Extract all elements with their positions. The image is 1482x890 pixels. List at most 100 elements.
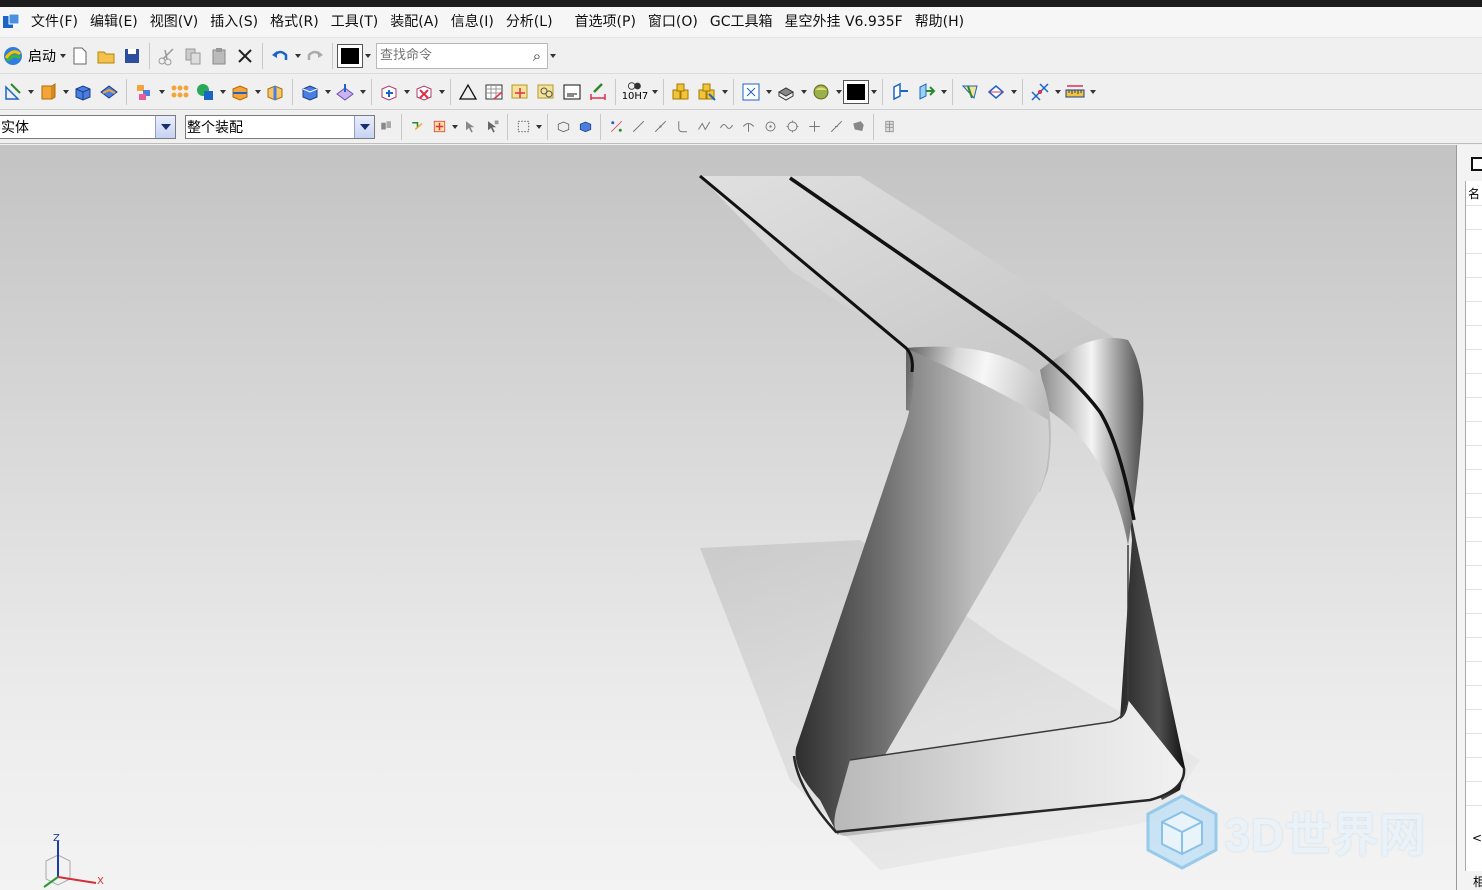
datum-csys-button[interactable] — [533, 79, 559, 105]
undo-button[interactable] — [267, 43, 293, 69]
menu-assembly[interactable]: 装配(A) — [384, 7, 445, 38]
type-filter-dropdown-icon[interactable] — [155, 115, 175, 138]
object-display-dropdown[interactable] — [869, 79, 878, 105]
snap-curve-button[interactable] — [715, 114, 737, 140]
snap-midpoint-button[interactable] — [649, 114, 671, 140]
menu-preferences[interactable]: 首选项(P) — [569, 7, 642, 38]
wcs-dropdown[interactable] — [939, 79, 948, 105]
triangle-button[interactable] — [455, 79, 481, 105]
snap-point-on-face-button[interactable] — [847, 114, 869, 140]
boolean-dropdown[interactable] — [218, 79, 227, 105]
menu-insert[interactable]: 插入(S) — [204, 7, 264, 38]
offset-face-button[interactable] — [297, 79, 323, 105]
snap-point-on-curve-button[interactable] — [825, 114, 847, 140]
rendering-style-button[interactable] — [773, 79, 799, 105]
sync-modeling-dropdown[interactable] — [402, 79, 411, 105]
block-button[interactable] — [70, 79, 96, 105]
extrude-button[interactable] — [35, 79, 61, 105]
select-dropdown[interactable] — [450, 114, 459, 140]
pattern-feature-button[interactable] — [131, 79, 157, 105]
unite-button[interactable] — [192, 79, 218, 105]
menu-gc-toolkit[interactable]: GC工具箱 — [704, 7, 779, 38]
trim-body-button[interactable] — [227, 79, 253, 105]
open-button[interactable] — [93, 43, 119, 69]
shell-button[interactable] — [262, 79, 288, 105]
menu-view[interactable]: 视图(V) — [144, 7, 205, 38]
box-select-dropdown[interactable] — [534, 114, 543, 140]
assembly-dropdown[interactable] — [720, 79, 729, 105]
start-button[interactable]: 启动 — [0, 42, 58, 70]
menu-edit[interactable]: 编辑(E) — [84, 7, 144, 38]
filter-faces-button[interactable] — [552, 114, 574, 140]
drawing-sheet-button[interactable] — [559, 79, 585, 105]
snap-arc-center-button[interactable] — [759, 114, 781, 140]
search-options-dropdown[interactable] — [548, 43, 557, 69]
background-dropdown[interactable] — [834, 79, 843, 105]
filter-bodies-button[interactable] — [574, 114, 596, 140]
offset-dropdown[interactable] — [323, 79, 332, 105]
snap-perpendicular-button[interactable] — [737, 114, 759, 140]
box-select-button[interactable] — [512, 114, 534, 140]
menu-analysis[interactable]: 分析(L) — [500, 7, 559, 38]
snap-quadrant-button[interactable] — [781, 114, 803, 140]
quick-pick-button[interactable] — [481, 114, 503, 140]
save-button[interactable] — [119, 43, 145, 69]
delete-face-button[interactable] — [411, 79, 437, 105]
command-search[interactable]: ⌕ — [376, 42, 548, 69]
resource-bar[interactable]: 名 < 相 — [1456, 145, 1482, 890]
new-file-button[interactable] — [67, 43, 93, 69]
view-orientation-dropdown[interactable] — [764, 79, 773, 105]
selection-scope-select[interactable]: 整个装配 — [185, 114, 375, 139]
dimension-button[interactable] — [585, 79, 611, 105]
extrude-dropdown[interactable] — [61, 79, 70, 105]
menu-tools[interactable]: 工具(T) — [325, 7, 384, 38]
wcs-origin-button[interactable] — [887, 79, 913, 105]
measure-distance-button[interactable] — [1062, 79, 1088, 105]
general-selection-button[interactable] — [375, 114, 397, 140]
table-note-button[interactable] — [481, 79, 507, 105]
redo-button[interactable] — [302, 43, 328, 69]
draft-dropdown[interactable] — [358, 79, 367, 105]
panel-restore-icon[interactable] — [1471, 157, 1482, 171]
menu-help[interactable]: 帮助(H) — [909, 7, 970, 38]
snap-point-button[interactable] — [1027, 79, 1053, 105]
datum-plane-button[interactable] — [507, 79, 533, 105]
analysis-button[interactable] — [983, 79, 1009, 105]
edge-blend-button[interactable] — [96, 79, 122, 105]
sketch-dropdown[interactable] — [26, 79, 35, 105]
copy-button[interactable] — [180, 43, 206, 69]
menu-information[interactable]: 信息(I) — [445, 7, 500, 38]
wcs-orient-button[interactable] — [913, 79, 939, 105]
sketch-button[interactable] — [0, 79, 26, 105]
move-face-button[interactable] — [376, 79, 402, 105]
snap-line-button[interactable] — [627, 114, 649, 140]
select-all-button[interactable] — [428, 114, 450, 140]
undo-dropdown[interactable] — [293, 43, 302, 69]
edit-object-display-button[interactable] — [843, 79, 869, 104]
selection-scope-dropdown-icon[interactable] — [354, 115, 374, 138]
model-canvas[interactable] — [0, 145, 1456, 890]
pattern-dropdown[interactable] — [157, 79, 166, 105]
snap-existing-point-button[interactable] — [803, 114, 825, 140]
trim-dropdown[interactable] — [253, 79, 262, 105]
search-icon[interactable]: ⌕ — [527, 47, 547, 65]
start-dropdown[interactable] — [58, 43, 67, 69]
background-button[interactable] — [808, 79, 834, 105]
draft-button[interactable] — [332, 79, 358, 105]
pattern-geometry-button[interactable] — [166, 79, 192, 105]
measure-dropdown[interactable] — [1088, 79, 1097, 105]
scroll-left-arrow[interactable]: < — [1472, 831, 1482, 845]
menu-plugin[interactable]: 星空外挂 V6.935F — [779, 7, 909, 38]
type-filter-select[interactable]: 实体 — [0, 114, 176, 139]
part-navigator-column[interactable]: 名 < — [1465, 181, 1482, 871]
snap-dropdown[interactable] — [1053, 79, 1062, 105]
nx-app-icon[interactable] — [2, 13, 20, 31]
fit-tolerance-dropdown[interactable] — [650, 79, 659, 105]
assembly-constraints-button[interactable] — [694, 79, 720, 105]
snap-endpoint-button[interactable] — [605, 114, 627, 140]
snap-control-point-button[interactable] — [671, 114, 693, 140]
measure-button[interactable] — [957, 79, 983, 105]
display-color-button[interactable] — [337, 43, 363, 68]
paste-button[interactable] — [206, 43, 232, 69]
menu-file[interactable]: 文件(F) — [25, 7, 84, 38]
